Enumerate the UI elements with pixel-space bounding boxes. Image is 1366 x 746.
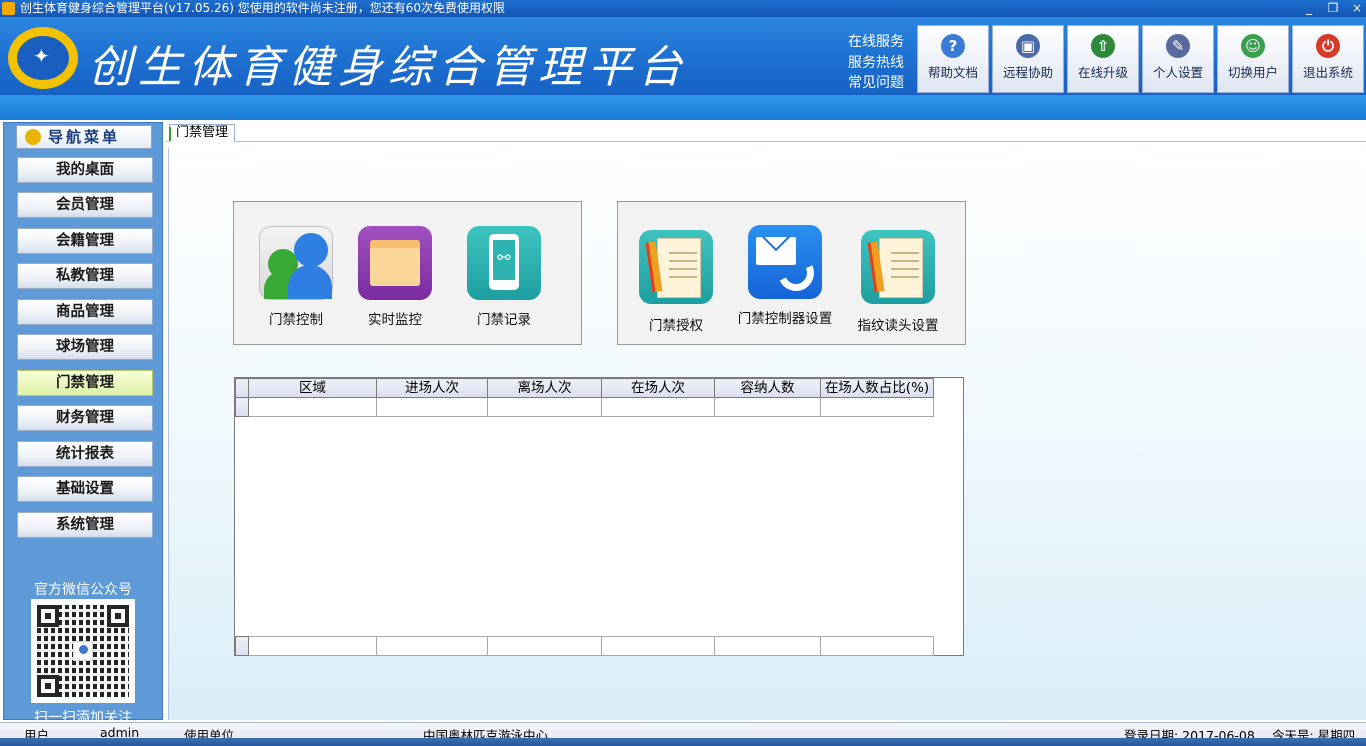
tile-realtime-monitor[interactable]: 实时监控 bbox=[340, 226, 450, 328]
access-records-icon: ⚯ bbox=[467, 226, 541, 300]
remote-assist-button[interactable]: ▣ 远程协助 bbox=[992, 25, 1064, 93]
nav-item-basic-settings[interactable]: 基础设置 bbox=[17, 476, 153, 502]
nav-item-product-management[interactable]: 商品管理 bbox=[17, 299, 153, 325]
row-selector[interactable] bbox=[235, 397, 249, 417]
tile-access-control[interactable]: 门禁控制 bbox=[241, 226, 351, 328]
tile-access-records[interactable]: ⚯ 门禁记录 bbox=[449, 226, 559, 328]
online-service-link[interactable]: 在线服务 bbox=[848, 32, 912, 53]
col-header-capacity[interactable]: 容纳人数 bbox=[714, 378, 821, 398]
online-upgrade-label: 在线升级 bbox=[1077, 65, 1128, 80]
col-header-exits[interactable]: 离场人次 bbox=[487, 378, 602, 398]
nav-item-system-management[interactable]: 系统管理 bbox=[17, 512, 153, 538]
tile-controller-settings-label: 门禁控制器设置 bbox=[737, 311, 833, 327]
tile-fingerprint-reader-settings[interactable]: 指纹读头设置 bbox=[843, 230, 953, 334]
col-header-occupancy-ratio[interactable]: 在场人数占比(%) bbox=[820, 378, 934, 398]
upgrade-icon: ⇧ bbox=[1091, 34, 1115, 58]
access-panel-left: 门禁控制 实时监控 ⚯ 门禁记录 bbox=[233, 201, 582, 345]
table-cell[interactable] bbox=[714, 397, 821, 417]
personal-settings-icon: ✎ bbox=[1166, 34, 1190, 58]
grid-footer bbox=[235, 636, 934, 656]
nav-item-personal-training[interactable]: 私教管理 bbox=[17, 263, 153, 289]
col-header-present[interactable]: 在场人次 bbox=[601, 378, 715, 398]
qr-logo-icon bbox=[73, 641, 93, 661]
exit-system-button[interactable]: ⏻ 退出系统 bbox=[1292, 25, 1364, 93]
help-docs-label: 帮助文档 bbox=[927, 65, 978, 80]
grid-table: 区域 进场人次 离场人次 在场人次 容纳人数 在场人数占比(%) bbox=[235, 378, 934, 417]
window-titlebar: 创生体育健身综合管理平台(v17.05.26) 您使用的软件尚未注册，您还有60… bbox=[0, 0, 1366, 17]
access-authorization-icon bbox=[639, 230, 713, 304]
brand-title: 创生体育健身综合管理平台 bbox=[88, 42, 688, 93]
help-icon: ? bbox=[941, 34, 965, 58]
restore-button[interactable]: ❐ bbox=[1320, 0, 1346, 17]
tab-access-management[interactable]: 门禁管理 bbox=[169, 124, 235, 142]
exit-system-label: 退出系统 bbox=[1302, 65, 1353, 80]
nav-item-my-desktop[interactable]: 我的桌面 bbox=[17, 157, 153, 183]
remote-assist-label: 远程协助 bbox=[1002, 65, 1053, 80]
grid-corner bbox=[235, 378, 249, 398]
nav-item-access-management[interactable]: 门禁管理 bbox=[17, 370, 153, 396]
personal-settings-button[interactable]: ✎ 个人设置 bbox=[1142, 25, 1214, 93]
tab-strip: 门禁管理 bbox=[166, 122, 1366, 142]
table-cell[interactable] bbox=[820, 397, 934, 417]
brand-logo-icon bbox=[8, 27, 78, 89]
remote-assist-icon: ▣ bbox=[1016, 34, 1040, 58]
nav-item-finance-management[interactable]: 财务管理 bbox=[17, 405, 153, 431]
access-stats-grid: 区域 进场人次 离场人次 在场人次 容纳人数 在场人数占比(%) bbox=[234, 377, 964, 656]
tile-controller-settings[interactable]: 门禁控制器设置 bbox=[730, 225, 840, 327]
service-hotline-link[interactable]: 服务热线 bbox=[848, 53, 912, 74]
tile-access-authorization-label: 门禁授权 bbox=[649, 318, 703, 334]
faq-link[interactable]: 常见问题 bbox=[848, 73, 912, 94]
nav-menu-icon bbox=[25, 129, 41, 145]
grid-footer-row bbox=[235, 636, 934, 656]
switch-user-icon: ☺ bbox=[1241, 34, 1265, 58]
realtime-monitor-icon bbox=[358, 226, 432, 300]
table-cell[interactable] bbox=[376, 397, 488, 417]
tile-access-authorization[interactable]: 门禁授权 bbox=[621, 230, 731, 334]
exit-icon: ⏻ bbox=[1316, 34, 1340, 58]
nav-menu-title: 导航菜单 bbox=[47, 128, 120, 146]
table-row[interactable] bbox=[235, 397, 934, 417]
nav-menu-header: 导航菜单 bbox=[16, 125, 152, 149]
service-links: 在线服务 服务热线 常见问题 bbox=[848, 32, 912, 94]
minimize-button[interactable]: _ bbox=[1296, 0, 1322, 17]
nav-item-court-management[interactable]: 球场管理 bbox=[17, 334, 153, 360]
app-icon bbox=[2, 2, 15, 15]
grid-header-row: 区域 进场人次 离场人次 在场人次 容纳人数 在场人数占比(%) bbox=[235, 378, 934, 398]
personal-settings-label: 个人设置 bbox=[1152, 65, 1203, 80]
col-header-entries[interactable]: 进场人次 bbox=[376, 378, 488, 398]
close-button[interactable]: × bbox=[1344, 0, 1366, 17]
app-header: 创生体育健身综合管理平台 在线服务 服务热线 常见问题 ? 帮助文档 ▣ 远程协… bbox=[0, 17, 1366, 95]
window-title: 创生体育健身综合管理平台(v17.05.26) 您使用的软件尚未注册，您还有60… bbox=[20, 1, 505, 15]
nav-item-member-management[interactable]: 会员管理 bbox=[17, 192, 153, 218]
tile-access-records-label: 门禁记录 bbox=[477, 312, 531, 328]
switch-user-button[interactable]: ☺ 切换用户 bbox=[1217, 25, 1289, 93]
help-docs-button[interactable]: ? 帮助文档 bbox=[917, 25, 989, 93]
tile-fingerprint-reader-settings-label: 指纹读头设置 bbox=[857, 318, 939, 334]
access-control-icon bbox=[259, 226, 333, 300]
table-cell[interactable] bbox=[248, 397, 377, 417]
wechat-account-title: 官方微信公众号 bbox=[34, 582, 132, 598]
nav-item-membership-management[interactable]: 会籍管理 bbox=[17, 228, 153, 254]
tile-realtime-monitor-label: 实时监控 bbox=[368, 312, 422, 328]
nav-menu-panel: 我的桌面 会员管理 会籍管理 私教管理 商品管理 球场管理 门禁管理 财务管理 … bbox=[7, 149, 159, 726]
col-header-area[interactable]: 区域 bbox=[248, 378, 377, 398]
tile-access-control-label: 门禁控制 bbox=[269, 312, 323, 328]
nav-item-statistics-reports[interactable]: 统计报表 bbox=[17, 441, 153, 467]
navigation-sidebar: 导航菜单 我的桌面 会员管理 会籍管理 私教管理 商品管理 球场管理 门禁管理 … bbox=[3, 122, 163, 726]
table-cell[interactable] bbox=[601, 397, 715, 417]
access-panel-right: 门禁授权 门禁控制器设置 指纹读头设置 bbox=[617, 201, 966, 345]
wechat-qr-code bbox=[31, 599, 135, 703]
controller-settings-icon bbox=[748, 225, 822, 299]
os-taskbar bbox=[0, 738, 1366, 746]
fingerprint-reader-settings-icon bbox=[861, 230, 935, 304]
switch-user-label: 切换用户 bbox=[1227, 65, 1278, 80]
header-stripe bbox=[0, 95, 1366, 120]
table-cell[interactable] bbox=[487, 397, 602, 417]
online-upgrade-button[interactable]: ⇧ 在线升级 bbox=[1067, 25, 1139, 93]
